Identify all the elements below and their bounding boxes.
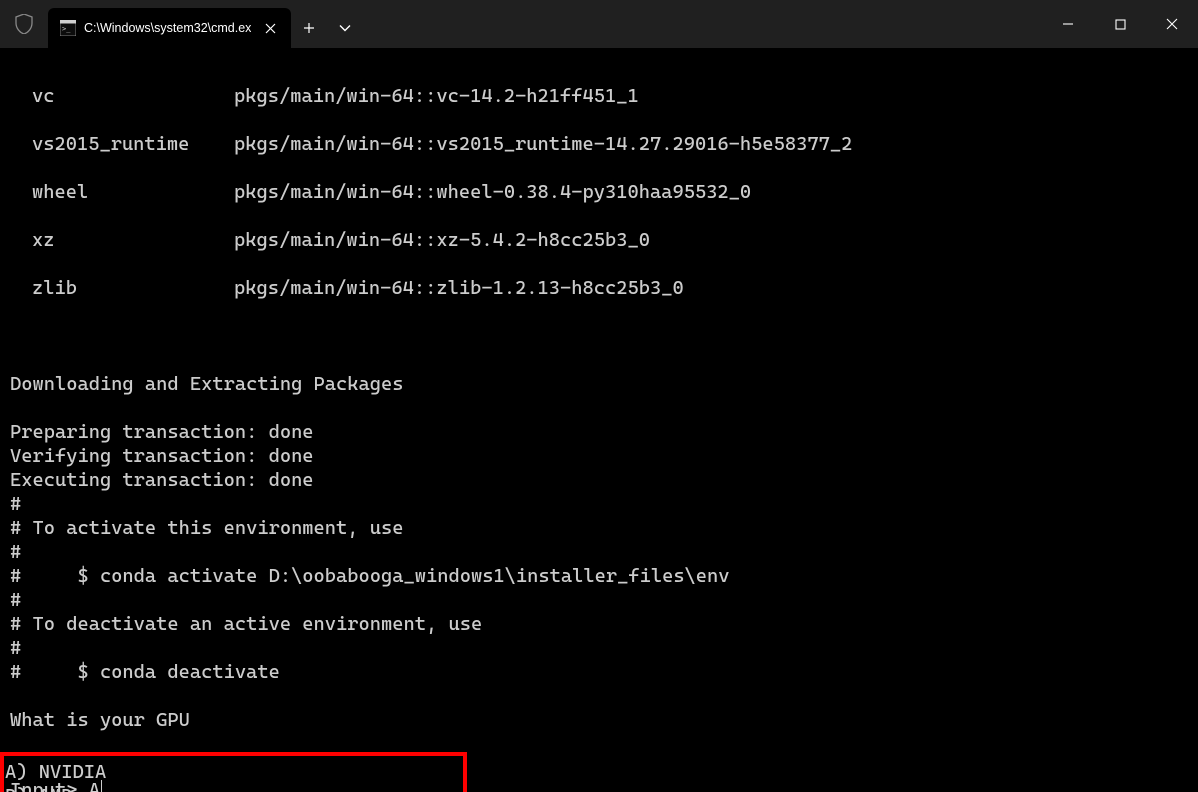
status-verifying: Verifying transaction: done bbox=[10, 444, 314, 467]
gpu-option-a: A) NVIDIA bbox=[5, 760, 106, 783]
highlighted-gpu-options: A) NVIDIA B) AMD C) Apple M Series D) No… bbox=[0, 752, 467, 792]
tab-close-button[interactable] bbox=[259, 17, 281, 39]
package-line: xzpkgs/main/win-64::xz-5.4.2-h8cc25b3_0 bbox=[10, 228, 1188, 252]
titlebar-drag-area[interactable] bbox=[363, 0, 1042, 48]
tab-title: C:\Windows\system32\cmd.ex bbox=[84, 21, 251, 35]
conda-msg-line: # To deactivate an active environment, u… bbox=[10, 612, 482, 635]
terminal-output[interactable]: vcpkgs/main/win-64::vc-14.2-h21ff451_1 v… bbox=[0, 48, 1198, 792]
security-shield-icon bbox=[0, 0, 48, 48]
conda-msg-line: # $ conda deactivate bbox=[10, 660, 280, 683]
tab-cmd[interactable]: >_ C:\Windows\system32\cmd.ex bbox=[48, 8, 291, 48]
gpu-question: What is your GPU bbox=[10, 708, 190, 731]
new-tab-button[interactable] bbox=[291, 8, 327, 48]
maximize-button[interactable] bbox=[1094, 0, 1146, 48]
conda-msg-line: # bbox=[10, 588, 21, 611]
window-controls bbox=[1042, 0, 1198, 48]
conda-msg-line: # $ conda activate D:\oobabooga_windows1… bbox=[10, 564, 730, 587]
cmd-icon: >_ bbox=[60, 20, 76, 36]
gpu-option-b: B) AMD bbox=[5, 784, 72, 792]
conda-msg-line: # bbox=[10, 492, 21, 515]
conda-msg-line: # To activate this environment, use bbox=[10, 516, 404, 539]
conda-msg-line: # bbox=[10, 540, 21, 563]
package-line: zlibpkgs/main/win-64::zlib-1.2.13-h8cc25… bbox=[10, 276, 1188, 300]
status-downloading: Downloading and Extracting Packages bbox=[10, 372, 404, 395]
conda-msg-line: # bbox=[10, 636, 21, 659]
titlebar: >_ C:\Windows\system32\cmd.ex bbox=[0, 0, 1198, 48]
close-window-button[interactable] bbox=[1146, 0, 1198, 48]
package-line: wheelpkgs/main/win-64::wheel-0.38.4-py31… bbox=[10, 180, 1188, 204]
status-preparing: Preparing transaction: done bbox=[10, 420, 314, 443]
minimize-button[interactable] bbox=[1042, 0, 1094, 48]
status-executing: Executing transaction: done bbox=[10, 468, 314, 491]
tab-dropdown-button[interactable] bbox=[327, 8, 363, 48]
svg-text:>_: >_ bbox=[62, 25, 71, 33]
package-line: vs2015_runtimepkgs/main/win-64::vs2015_r… bbox=[10, 132, 1188, 156]
package-line: vcpkgs/main/win-64::vc-14.2-h21ff451_1 bbox=[10, 84, 1188, 108]
